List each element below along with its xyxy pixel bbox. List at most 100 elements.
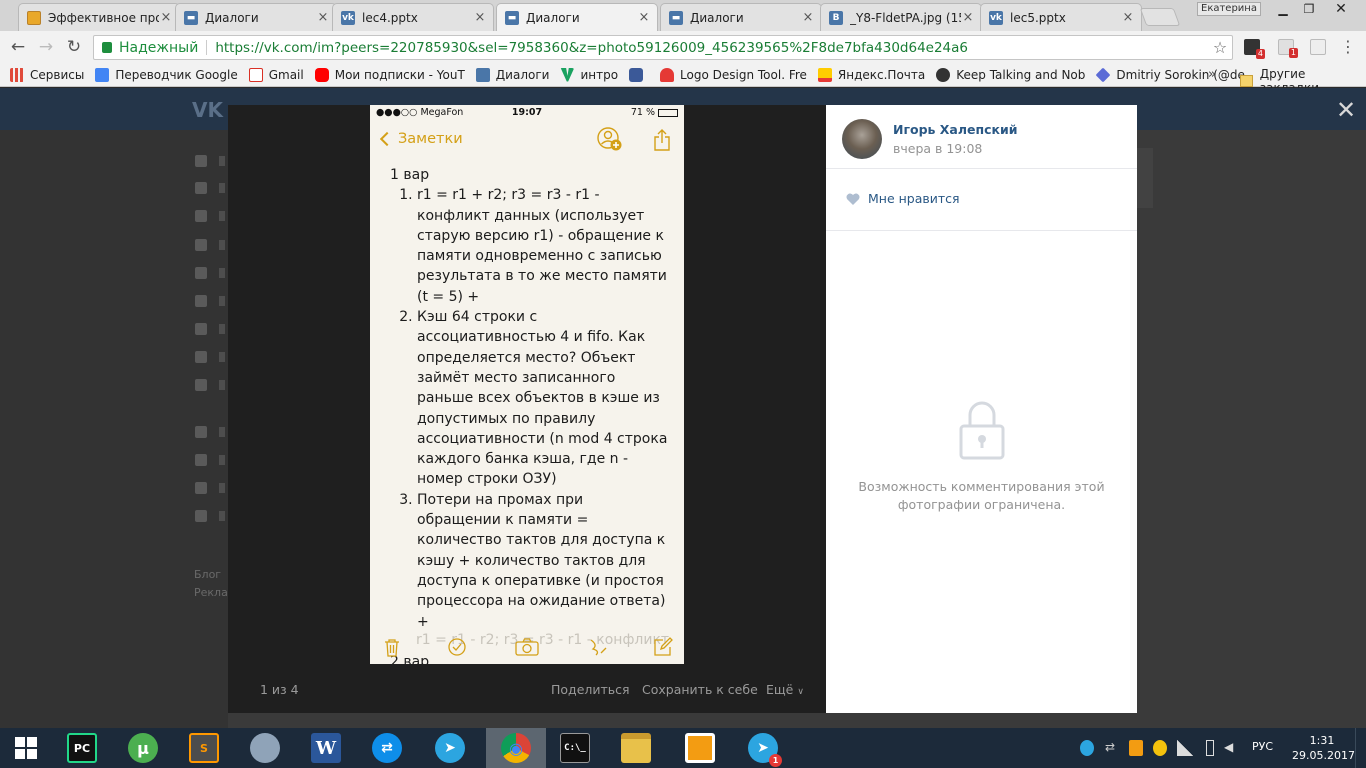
add-person-icon: [597, 127, 622, 151]
taskbar-file-explorer[interactable]: [606, 728, 666, 768]
tab-close-icon[interactable]: ×: [316, 10, 330, 25]
comments-restricted-text: Возможность комментирования этой фотогра…: [858, 479, 1105, 512]
new-tab-button[interactable]: [1139, 8, 1181, 26]
author-name[interactable]: Игорь Халепский: [893, 122, 1018, 137]
taskbar-search-app[interactable]: [235, 728, 295, 768]
share-button[interactable]: Поделиться: [551, 682, 630, 697]
avatar[interactable]: [842, 119, 882, 159]
photo-icon: [195, 294, 208, 307]
teamviewer-icon: ⇄: [372, 733, 402, 763]
close-viewer-icon[interactable]: ✕: [1334, 98, 1358, 122]
tab-close-icon[interactable]: ×: [961, 10, 975, 25]
taskbar-cmd[interactable]: C:\_: [545, 728, 605, 768]
extension-ghost-icon[interactable]: 4: [1244, 39, 1265, 59]
extension-gray-icon[interactable]: 1: [1278, 39, 1298, 58]
taskbar-word[interactable]: W: [296, 728, 356, 768]
like-button[interactable]: Мне нравится: [846, 191, 960, 206]
sketch-icon: [590, 639, 607, 656]
taskbar-telegram[interactable]: ➤: [420, 728, 480, 768]
tray-norton-icon[interactable]: [1153, 740, 1167, 756]
bookmark-gmail[interactable]: Gmail: [248, 67, 304, 82]
notes-back-button: Заметки: [379, 131, 463, 147]
back-arrow-icon[interactable]: ←: [7, 37, 29, 57]
photo-info-panel: Игорь Халепский вчера в 19:08 Мне нравит…: [826, 105, 1137, 713]
tab-1[interactable]: Эффективное про ×: [18, 3, 180, 31]
tab-5[interactable]: ▬ Диалоги ×: [660, 3, 822, 31]
restore-icon[interactable]: ❐: [1296, 0, 1322, 20]
save-button[interactable]: Сохранить к себе: [642, 682, 758, 697]
utorrent-icon: µ: [128, 733, 158, 763]
tray-teamviewer-icon[interactable]: ⇄: [1105, 740, 1119, 756]
windows-logo-icon: [15, 737, 37, 759]
checklist-icon: [448, 638, 466, 656]
profile-button[interactable]: Екатерина: [1197, 2, 1261, 16]
battery-tray-icon[interactable]: [1206, 740, 1214, 756]
system-clock[interactable]: 1:31 29.05.2017: [1292, 733, 1355, 763]
tab-7[interactable]: vk lec5.pptx ×: [980, 3, 1142, 31]
taskbar-sublime[interactable]: S: [174, 728, 234, 768]
tab-title: Диалоги: [205, 10, 259, 25]
photo-image[interactable]: ●●●○○ MegaFon 19:07 71 % Заметки 1 вар r…: [370, 105, 684, 664]
taskbar-photos[interactable]: [670, 728, 730, 768]
bookmark-bus[interactable]: [629, 67, 649, 82]
show-desktop-button[interactable]: [1355, 728, 1366, 768]
taskbar-teamviewer[interactable]: ⇄: [357, 728, 417, 768]
bookmark-logo-design[interactable]: Logo Design Tool. Fre: [660, 67, 807, 82]
bookmark-star-icon[interactable]: ☆: [1208, 38, 1232, 57]
music-icon: [195, 322, 208, 335]
bookmark-dmitriy-sorokin[interactable]: Dmitriy Sorokin (@de: [1095, 67, 1245, 82]
taskbar-chrome[interactable]: ◉: [486, 728, 546, 768]
bookmark-youtube[interactable]: Мои подписки - YouT: [314, 67, 465, 82]
more-label: Ещё: [766, 682, 794, 697]
tab-close-icon[interactable]: ×: [637, 10, 651, 25]
drive-icon: [27, 10, 41, 25]
battery-icon: [658, 108, 678, 117]
tab-close-icon[interactable]: ×: [1121, 10, 1135, 25]
signal-icon[interactable]: [1177, 740, 1193, 756]
bookmark-yandex-mail[interactable]: Яндекс.Почта: [817, 67, 925, 82]
tab-6[interactable]: B _Y8-FldetPA.jpg (15 ×: [820, 3, 982, 31]
bookmarks-overflow-button[interactable]: »: [1208, 67, 1216, 82]
tab-3[interactable]: vk lec4.pptx ×: [332, 3, 494, 31]
taskbar-telegram-2[interactable]: ➤ 1: [733, 728, 793, 768]
bookmark-google-translate[interactable]: Переводчик Google: [95, 67, 238, 82]
word-icon: W: [311, 733, 341, 763]
cmd-icon: C:\_: [560, 733, 590, 763]
like-label: Мне нравится: [868, 191, 960, 206]
tray-app-icon[interactable]: [1129, 740, 1143, 756]
post-date[interactable]: вчера в 19:08: [893, 141, 982, 156]
volume-icon[interactable]: ◀: [1224, 740, 1238, 756]
clock-time: 1:31: [1309, 734, 1335, 747]
menu-item: [195, 209, 225, 222]
bookmark-keep-talking[interactable]: Keep Talking and Nob: [936, 67, 1085, 82]
vk-icon: vk: [341, 10, 355, 25]
lock-icon: [102, 42, 112, 53]
minimize-icon[interactable]: ▁: [1270, 0, 1296, 20]
tab-4-active[interactable]: ▬ Диалоги ×: [496, 3, 658, 31]
more-button[interactable]: Ещё ∨: [766, 682, 804, 697]
extension-icon[interactable]: [1310, 39, 1326, 55]
note-list: r1 = r1 + r2; r3 = r3 - r1 - конфликт да…: [417, 185, 670, 632]
tab-close-icon[interactable]: ×: [801, 10, 815, 25]
tab-close-icon[interactable]: ×: [473, 10, 487, 25]
url-text[interactable]: https://vk.com/im?peers=220785930&sel=79…: [215, 40, 1208, 56]
address-bar[interactable]: Надежный https://vk.com/im?peers=2207859…: [93, 35, 1233, 60]
tab-close-icon[interactable]: ×: [159, 10, 173, 25]
tab-2[interactable]: ▬ Диалоги ×: [175, 3, 337, 31]
heart-icon: [846, 193, 860, 205]
camera-icon: [515, 638, 539, 656]
menu-item: [195, 425, 225, 438]
window-close-icon[interactable]: ✕: [1322, 0, 1360, 20]
taskbar-pycharm[interactable]: PC: [52, 728, 112, 768]
bookmark-intro[interactable]: интро: [560, 67, 618, 82]
bookmark-dialogs[interactable]: Диалоги: [475, 67, 549, 82]
start-button[interactable]: [0, 728, 52, 768]
reload-icon[interactable]: ↻: [63, 37, 85, 57]
bookmark-services[interactable]: Сервисы: [10, 67, 84, 82]
menu-item: [195, 350, 225, 363]
language-indicator[interactable]: РУС: [1252, 740, 1273, 753]
tray-telegram-icon[interactable]: [1080, 740, 1094, 756]
taskbar-utorrent[interactable]: µ: [113, 728, 173, 768]
menu-kebab-icon[interactable]: ⋮: [1337, 37, 1359, 57]
forward-arrow-icon[interactable]: →: [35, 37, 57, 57]
